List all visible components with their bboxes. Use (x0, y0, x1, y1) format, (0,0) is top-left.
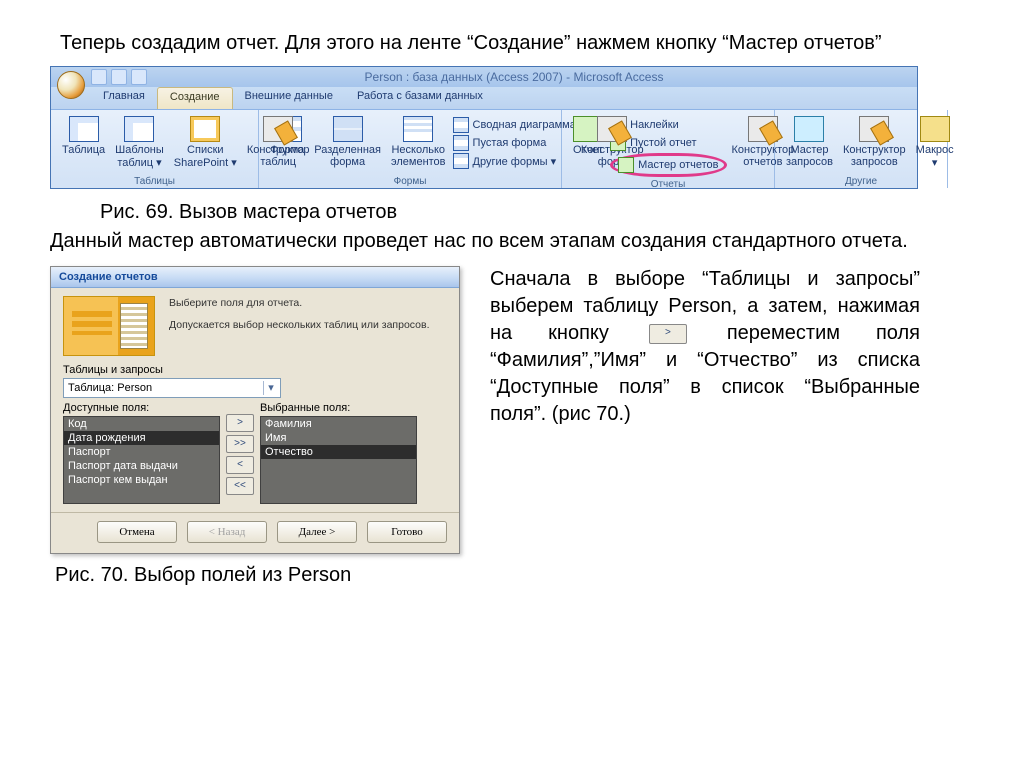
list-item[interactable]: Отчество (261, 445, 416, 459)
blank-form-icon (453, 135, 469, 151)
btn-pivot-chart[interactable]: Сводная диаграмма (453, 117, 576, 133)
paragraph-2: Данный мастер автоматически проведет нас… (50, 228, 964, 254)
qat-redo-icon[interactable] (131, 69, 147, 85)
dialog-banner-image (63, 296, 155, 356)
caption-69: Рис. 69. Вызов мастера отчетов (100, 201, 1024, 224)
dialog-banner-text: Выберите поля для отчета. Допускается вы… (169, 296, 430, 356)
report-design-icon (748, 116, 778, 142)
btn-sharepoint-lists[interactable]: Списки SharePoint ▾ (170, 114, 241, 171)
tables-queries-label: Таблицы и запросы (63, 364, 447, 376)
report-wizard-icon (618, 157, 634, 173)
tab-external-data[interactable]: Внешние данные (233, 87, 345, 109)
btn-blank-form[interactable]: Пустая форма (453, 135, 576, 151)
list-item[interactable]: Паспорт (64, 445, 219, 459)
move-all-right-button[interactable]: >> (226, 435, 254, 453)
available-fields-label: Доступные поля: (63, 402, 220, 414)
window-title: Person : база данных (Access 2007) - Mic… (151, 70, 877, 84)
form-design-icon (597, 116, 627, 142)
move-all-left-button[interactable]: << (226, 477, 254, 495)
combo-value: Таблица: Person (68, 382, 152, 394)
query-wizard-icon (794, 116, 824, 142)
btn-macro[interactable]: Макрос ▾ (912, 114, 958, 171)
multi-items-icon (403, 116, 433, 142)
btn-table-templates[interactable]: Шаблоны таблиц ▾ (111, 114, 168, 171)
dialog-title: Создание отчетов (51, 267, 459, 288)
chevron-down-icon: ▾ (263, 381, 278, 395)
tab-home[interactable]: Главная (91, 87, 157, 109)
table-templates-icon (124, 116, 154, 142)
selected-fields-list[interactable]: ФамилияИмяОтчество (260, 416, 417, 504)
inline-move-button-icon: > (649, 324, 687, 344)
btn-table[interactable]: Таблица (58, 114, 109, 158)
available-fields-list[interactable]: КодДата рожденияПаспортПаспорт дата выда… (63, 416, 220, 504)
list-item[interactable]: Дата рождения (64, 431, 219, 445)
split-form-icon (333, 116, 363, 142)
finish-button[interactable]: Готово (367, 521, 447, 543)
list-item[interactable]: Фамилия (261, 417, 416, 431)
query-design-icon (859, 116, 889, 142)
group-reports-title: Отчеты (568, 178, 768, 190)
report-wizard-dialog: Создание отчетов Выберите поля для отчет… (50, 266, 460, 554)
group-forms: Форма Разделенная форма Несколько элемен… (259, 110, 562, 188)
back-button: < Назад (187, 521, 267, 543)
table-design-icon (263, 116, 293, 142)
list-item[interactable]: Имя (261, 431, 416, 445)
btn-multiple-items[interactable]: Несколько элементов (387, 114, 450, 170)
tab-create[interactable]: Создание (157, 87, 233, 109)
btn-more-forms[interactable]: Другие формы ▾ (453, 153, 576, 169)
tab-database-tools[interactable]: Работа с базами данных (345, 87, 495, 109)
next-button[interactable]: Далее > (277, 521, 357, 543)
caption-70: Рис. 70. Выбор полей из Person (55, 564, 1024, 587)
tables-queries-combo[interactable]: Таблица: Person ▾ (63, 378, 281, 398)
group-reports: Отчет Наклейки Пустой отчет Мастер отчет… (562, 110, 775, 188)
list-item[interactable]: Паспорт дата выдачи (64, 459, 219, 473)
group-other: Мастер запросов Конструктор запросов Мак… (775, 110, 948, 188)
pivot-chart-icon (453, 117, 469, 133)
more-forms-icon (453, 153, 469, 169)
paragraph-1: Теперь создадим отчет. Для этого на лент… (60, 30, 969, 56)
group-forms-title: Формы (265, 175, 555, 187)
selected-fields-label: Выбранные поля: (260, 402, 417, 414)
qat-save-icon[interactable] (91, 69, 107, 85)
office-button[interactable] (57, 71, 85, 99)
group-other-title: Другие (781, 175, 941, 187)
group-tables-title: Таблицы (57, 175, 252, 187)
table-icon (69, 116, 99, 142)
move-left-button[interactable]: < (226, 456, 254, 474)
cancel-button[interactable]: Отмена (97, 521, 177, 543)
qat-undo-icon[interactable] (111, 69, 127, 85)
sharepoint-icon (190, 116, 220, 142)
paragraph-aside: Сначала в выборе “Таблицы и запросы” выб… (490, 266, 920, 428)
move-right-button[interactable]: > (226, 414, 254, 432)
btn-query-design[interactable]: Конструктор запросов (839, 114, 910, 170)
btn-split-form[interactable]: Разделенная форма (310, 114, 385, 170)
access-ribbon: Person : база данных (Access 2007) - Mic… (50, 66, 918, 189)
list-item[interactable]: Паспорт кем выдан (64, 473, 219, 487)
btn-report-wizard[interactable]: Мастер отчетов (610, 153, 726, 177)
btn-query-wizard[interactable]: Мастер запросов (782, 114, 837, 170)
group-tables: Таблица Шаблоны таблиц ▾ Списки SharePoi… (51, 110, 259, 188)
macro-icon (920, 116, 950, 142)
list-item[interactable]: Код (64, 417, 219, 431)
